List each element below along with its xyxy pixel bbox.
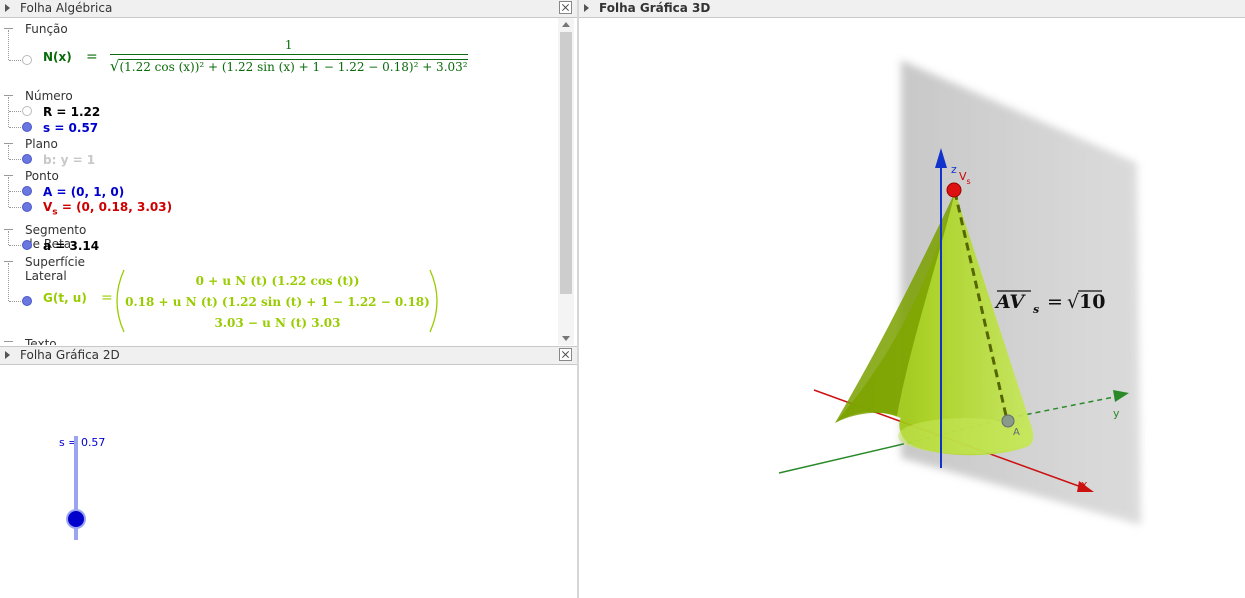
function-lhs: N(x): [43, 49, 72, 64]
surface-row-3: 3.03 − u N (t) 3.03: [214, 316, 341, 330]
point-Vs[interactable]: Vs = (0, 0.18, 3.03): [43, 200, 172, 217]
function-denominator: √(1.22 cos (x))² + (1.22 sin (x) + 1 − 1…: [109, 54, 468, 75]
group-label: Plano: [25, 137, 58, 151]
point-Vs-name: V: [43, 200, 53, 214]
y-axis-label: y: [1113, 407, 1120, 420]
visibility-toggle[interactable]: [22, 296, 32, 306]
group-label: Função: [25, 22, 68, 36]
number-s[interactable]: s = 0.57: [43, 121, 98, 135]
visibility-toggle[interactable]: [22, 240, 32, 250]
point-A-label: A: [1013, 427, 1020, 438]
visibility-toggle[interactable]: [22, 106, 32, 116]
surface-lhs: G(t, u): [43, 291, 87, 305]
surface-row-1: 0 + u N (t) (1.22 cos (t)): [195, 274, 360, 288]
collapse-triangle-icon[interactable]: [5, 351, 10, 359]
scroll-up-icon[interactable]: [562, 22, 570, 27]
graphics2d-view: Folha Gráfica 2D s = 0.57: [0, 346, 577, 598]
algebra-titlebar: Folha Algébrica: [0, 0, 577, 18]
collapse-minus-icon[interactable]: [4, 143, 13, 144]
group-label: Ponto: [25, 169, 59, 183]
formula-eq: =: [1047, 291, 1063, 313]
algebra-tree: Função N(x) = 1 √(1.22 cos (x))² + (1.22…: [0, 18, 558, 345]
equals-sign: =: [85, 48, 98, 65]
collapse-minus-icon[interactable]: [4, 229, 13, 230]
collapse-minus-icon[interactable]: [4, 261, 13, 262]
group-label: Superfície Lateral: [25, 255, 86, 283]
point-A[interactable]: [1001, 414, 1015, 428]
scroll-down-icon[interactable]: [562, 336, 570, 341]
point-Vs-coords: = (0, 0.18, 3.03): [57, 200, 173, 214]
algebra-title: Folha Algébrica: [20, 1, 113, 15]
plane-b[interactable]: b: y = 1: [43, 153, 95, 167]
visibility-toggle[interactable]: [22, 122, 32, 132]
z-axis-label: z: [951, 163, 957, 176]
graphics3d-title: Folha Gráfica 3D: [599, 1, 711, 15]
visibility-toggle[interactable]: [22, 154, 32, 164]
point-Vs[interactable]: [946, 182, 962, 198]
group-label: Número: [25, 89, 73, 103]
point-A[interactable]: A = (0, 1, 0): [43, 185, 124, 199]
formula-rhs: 10: [1079, 291, 1105, 313]
number-R[interactable]: R = 1.22: [43, 105, 100, 119]
collapse-minus-icon[interactable]: [4, 341, 13, 342]
group-label: Texto: [25, 337, 57, 345]
surface-matrix: 0 + u N (t) (1.22 cos (t)) 0.18 + u N (t…: [125, 271, 430, 334]
visibility-toggle[interactable]: [22, 55, 32, 65]
graphics3d-titlebar: Folha Gráfica 3D: [579, 0, 1245, 18]
slider-knob[interactable]: [68, 511, 84, 527]
collapse-minus-icon[interactable]: [4, 28, 13, 29]
close-icon[interactable]: [559, 348, 572, 361]
formula-lhs: AV: [994, 291, 1026, 313]
3d-canvas[interactable]: x y z Vs A AV s = √ 10: [579, 18, 1245, 598]
distance-formula: AV s = √ 10: [994, 290, 1105, 316]
y-axis: [778, 444, 900, 474]
collapse-minus-icon[interactable]: [4, 95, 13, 96]
function-numerator: 1: [284, 38, 293, 52]
function-fraction: 1 √(1.22 cos (x))² + (1.22 sin (x) + 1 −…: [109, 38, 468, 75]
x-axis-label: x: [1081, 478, 1088, 491]
scroll-thumb[interactable]: [560, 32, 572, 294]
collapse-minus-icon[interactable]: [4, 175, 13, 176]
algebra-scrollbar[interactable]: [558, 18, 574, 345]
function-denominator-text: (1.22 cos (x))² + (1.22 sin (x) + 1 − 1.…: [119, 59, 468, 74]
formula-sub: s: [1033, 303, 1039, 316]
close-icon[interactable]: [559, 1, 572, 14]
visibility-toggle[interactable]: [22, 202, 32, 212]
collapse-triangle-icon[interactable]: [5, 4, 10, 12]
function-N[interactable]: N(x) = 1 √(1.22 cos (x))² + (1.22 sin (x…: [43, 38, 468, 75]
segment-a[interactable]: a = 3.14: [43, 239, 99, 253]
graphics2d-titlebar: Folha Gráfica 2D: [0, 346, 577, 365]
visibility-toggle[interactable]: [22, 186, 32, 196]
collapse-triangle-icon[interactable]: [584, 4, 589, 12]
graphics3d-view: Folha Gráfica 3D x y z Vs A AV s = √ 10: [579, 0, 1245, 598]
surface-G-lhs[interactable]: G(t, u) =: [43, 290, 113, 306]
slider-label: s = 0.57: [59, 436, 106, 449]
algebra-view: Folha Algébrica Função N(x) = 1 √(1.22 c…: [0, 0, 577, 345]
graphics2d-title: Folha Gráfica 2D: [20, 348, 120, 362]
surface-row-2: 0.18 + u N (t) (1.22 sin (t) + 1 − 1.22 …: [125, 295, 430, 309]
